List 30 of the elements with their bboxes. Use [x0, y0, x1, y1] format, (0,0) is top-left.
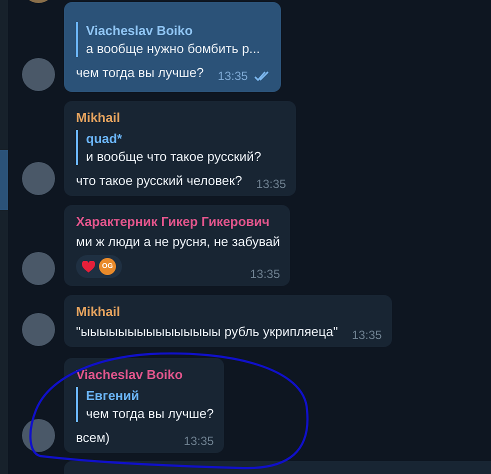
reply-author: quad*	[86, 131, 124, 146]
message-time: 13:35	[218, 69, 248, 83]
user-avatar[interactable]	[22, 419, 55, 452]
reply-text: а вообще нужно бомбить р...	[86, 41, 262, 56]
heart-icon	[82, 260, 95, 272]
user-avatar[interactable]	[22, 58, 55, 91]
sender-name[interactable]: Mikhail	[76, 304, 382, 319]
sender-name[interactable]: Viacheslav Boiko	[76, 367, 214, 382]
user-avatar[interactable]	[22, 162, 55, 195]
message-time: 13:35	[250, 267, 280, 281]
reply-quote[interactable]: Евгений чем тогда вы лучше?	[76, 387, 214, 422]
message-text: чем тогда вы лучше?	[76, 65, 204, 80]
reply-quote[interactable]: Viacheslav Boiko а вообще нужно бомбить р...	[76, 22, 271, 57]
user-avatar[interactable]	[22, 252, 55, 285]
sender-name[interactable]: Характерник Гикер Гикерович	[76, 214, 280, 229]
sender-name[interactable]: Mikhail	[76, 110, 286, 125]
message-text: "ыыыыыыыыыыыыыыы рубль укрипляеца"	[76, 324, 338, 339]
reply-text: и вообще что такое русский?	[86, 149, 262, 164]
message-time: 13:35	[352, 328, 382, 342]
reply-quote[interactable]: quad* и вообще что такое русский?	[76, 130, 286, 165]
message-time: 13:35	[184, 434, 214, 448]
reply-text: чем тогда вы лучше?	[86, 406, 214, 421]
selected-chat-marker	[0, 150, 8, 210]
user-avatar[interactable]	[22, 313, 55, 346]
message-text: что такое русский человек?	[76, 173, 242, 188]
reply-author: Viacheslav Boiko	[86, 23, 194, 38]
message-text: ми ж люди а не русня, не забувай	[76, 234, 280, 249]
reply-author: Евгений	[86, 388, 140, 403]
message-text: всем)	[76, 430, 110, 445]
message-time: 13:35	[256, 177, 286, 191]
